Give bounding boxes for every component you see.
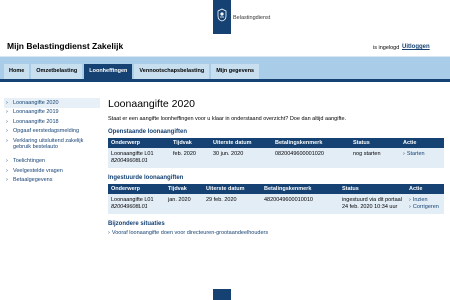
column-header: Onderwerp bbox=[108, 184, 165, 194]
sidebar-item-label: Opgaaf eerstedagsmelding bbox=[13, 128, 80, 135]
nav-underline bbox=[0, 79, 450, 82]
view-link[interactable]: Inzien bbox=[409, 197, 441, 204]
tab-loonheffingen[interactable]: Loonheffingen bbox=[84, 64, 133, 79]
sidebar: › Loonaangifte 2020 › Loonaangifte 2019 … bbox=[4, 98, 100, 185]
sidebar-item-loonaangifte-2020[interactable]: › Loonaangifte 2020 bbox=[4, 98, 100, 108]
sidebar-item-label: Loonaangifte 2019 bbox=[13, 109, 59, 116]
open-returns-table: Onderwerp Tijdvak Uiterste datum Betalin… bbox=[108, 138, 444, 168]
sidebar-item-betaalgegevens[interactable]: › Betaalgegevens bbox=[4, 176, 100, 186]
cell-period: jan. 2020 bbox=[165, 194, 203, 214]
chevron-right-icon: › bbox=[108, 230, 110, 236]
chevron-right-icon: › bbox=[6, 109, 8, 116]
column-header: Betalingskenmerk bbox=[272, 138, 350, 148]
sidebar-item-label: Loonaangifte 2018 bbox=[13, 118, 59, 125]
dga-link-text: Vooraf loonaangifte doen voor directeure… bbox=[111, 230, 269, 236]
cell-deadline: 29 feb. 2020 bbox=[203, 194, 261, 214]
sidebar-item-label: Loonaangifte 2020 bbox=[13, 99, 59, 106]
logo-bar: Belastingdienst bbox=[0, 0, 450, 34]
column-header: Uiterste datum bbox=[203, 184, 261, 194]
chevron-right-icon: › bbox=[6, 167, 8, 174]
cell-deadline: 30 jun. 2020 bbox=[210, 148, 272, 168]
rijkslogo bbox=[213, 0, 231, 34]
subject-text: Loonaangifte L01 bbox=[111, 197, 154, 203]
chevron-right-icon: › bbox=[6, 128, 8, 135]
login-status: is ingelogd bbox=[373, 45, 400, 51]
table-row: Loonaangifte L01 820049608L01 feb. 2020 … bbox=[108, 148, 444, 168]
nav-tabs: Home Omzetbelasting Loonheffingen Vennoo… bbox=[4, 64, 261, 79]
tab-home[interactable]: Home bbox=[4, 64, 30, 79]
chevron-right-icon: › bbox=[6, 99, 8, 106]
open-section-heading: Openstaande loonaangiften bbox=[108, 129, 188, 135]
submitted-returns-table: Onderwerp Tijdvak Uiterste datum Betalin… bbox=[108, 184, 444, 214]
dga-link[interactable]: › Vooraf loonaangifte doen voor directeur… bbox=[108, 230, 444, 236]
column-header: Actie bbox=[400, 138, 444, 148]
cell-status: ingestuurd via dit portaal 24 feb. 2020 … bbox=[339, 194, 406, 214]
status-line-2: 24 feb. 2020 10:34 uur bbox=[342, 204, 398, 210]
sidebar-item-opgaaf-eerstedagsmelding[interactable]: › Opgaaf eerstedagsmelding bbox=[4, 127, 100, 137]
sidebar-item-toelichtingen[interactable]: › Toelichtingen bbox=[4, 157, 100, 167]
page-title: Loonaangifte 2020 bbox=[108, 98, 195, 110]
table-header-row: Onderwerp Tijdvak Uiterste datum Betalin… bbox=[108, 184, 444, 194]
column-header: Tijdvak bbox=[170, 138, 210, 148]
cell-action: Inzien Corrigeren bbox=[406, 194, 444, 214]
crest-icon bbox=[217, 8, 227, 22]
tab-mijn-gegevens[interactable]: Mijn gegevens bbox=[211, 64, 260, 79]
column-header: Uiterste datum bbox=[210, 138, 272, 148]
subject-number: 820049608L01 bbox=[111, 204, 148, 210]
intro-text: Staat er een aangifte loonheffingen voor… bbox=[108, 116, 347, 122]
main-content: Loonaangifte 2020 Staat er een aangifte … bbox=[108, 98, 444, 236]
cell-reference: 0820049600001020 bbox=[272, 148, 350, 168]
sidebar-item-verklaring-bestelauto[interactable]: › Verklaring uitsluitend zakelijk gebrui… bbox=[4, 136, 100, 152]
logout-link[interactable]: Uitloggen bbox=[402, 44, 430, 50]
chevron-right-icon: › bbox=[6, 118, 8, 125]
submitted-section-heading: Ingestuurde loonaangiften bbox=[108, 175, 184, 181]
cell-status: nog starten bbox=[350, 148, 400, 168]
app-title: Mijn Belastingdienst Zakelijk bbox=[7, 41, 124, 51]
table-row: Loonaangifte L01 820049608L01 jan. 2020 … bbox=[108, 194, 444, 214]
sidebar-item-label: Betaalgegevens bbox=[13, 177, 53, 184]
status-line-1: ingestuurd via dit portaal bbox=[342, 197, 402, 203]
sidebar-item-loonaangifte-2018[interactable]: › Loonaangifte 2018 bbox=[4, 117, 100, 127]
cell-subject: Loonaangifte L01 820049608L01 bbox=[108, 194, 165, 214]
chevron-right-icon: › bbox=[6, 137, 8, 144]
tab-omzetbelasting[interactable]: Omzetbelasting bbox=[31, 64, 83, 79]
footer-logo-bar bbox=[213, 289, 231, 300]
chevron-right-icon: › bbox=[6, 177, 8, 184]
sidebar-item-loonaangifte-2019[interactable]: › Loonaangifte 2019 bbox=[4, 108, 100, 118]
start-link[interactable]: Starten bbox=[403, 151, 441, 158]
column-header: Status bbox=[339, 184, 406, 194]
tab-vennootschapsbelasting[interactable]: Vennootschapsbelasting bbox=[134, 64, 210, 79]
cell-reference: 4820049600010010 bbox=[261, 194, 339, 214]
cell-action: Starten bbox=[400, 148, 444, 168]
subject-number: 820049608L01 bbox=[111, 158, 148, 164]
sidebar-item-label: Verklaring uitsluitend zakelijk gebruik … bbox=[13, 137, 84, 151]
logo-text: Belastingdienst bbox=[233, 15, 271, 21]
cell-subject: Loonaangifte L01 820049608L01 bbox=[108, 148, 170, 168]
correct-link[interactable]: Corrigeren bbox=[409, 204, 441, 211]
subject-text: Loonaangifte L01 bbox=[111, 151, 154, 157]
chevron-right-icon: › bbox=[6, 158, 8, 165]
sidebar-item-label: Toelichtingen bbox=[13, 158, 46, 165]
column-header: Actie bbox=[406, 184, 444, 194]
special-section-heading: Bijzondere situaties bbox=[108, 221, 165, 227]
cell-period: feb. 2020 bbox=[170, 148, 210, 168]
table-header-row: Onderwerp Tijdvak Uiterste datum Betalin… bbox=[108, 138, 444, 148]
column-header: Tijdvak bbox=[165, 184, 203, 194]
column-header: Onderwerp bbox=[108, 138, 170, 148]
column-header: Status bbox=[350, 138, 400, 148]
column-header: Betalingskenmerk bbox=[261, 184, 339, 194]
sidebar-item-veelgestelde-vragen[interactable]: › Veelgestelde vragen bbox=[4, 166, 100, 176]
sidebar-item-label: Veelgestelde vragen bbox=[13, 167, 63, 174]
